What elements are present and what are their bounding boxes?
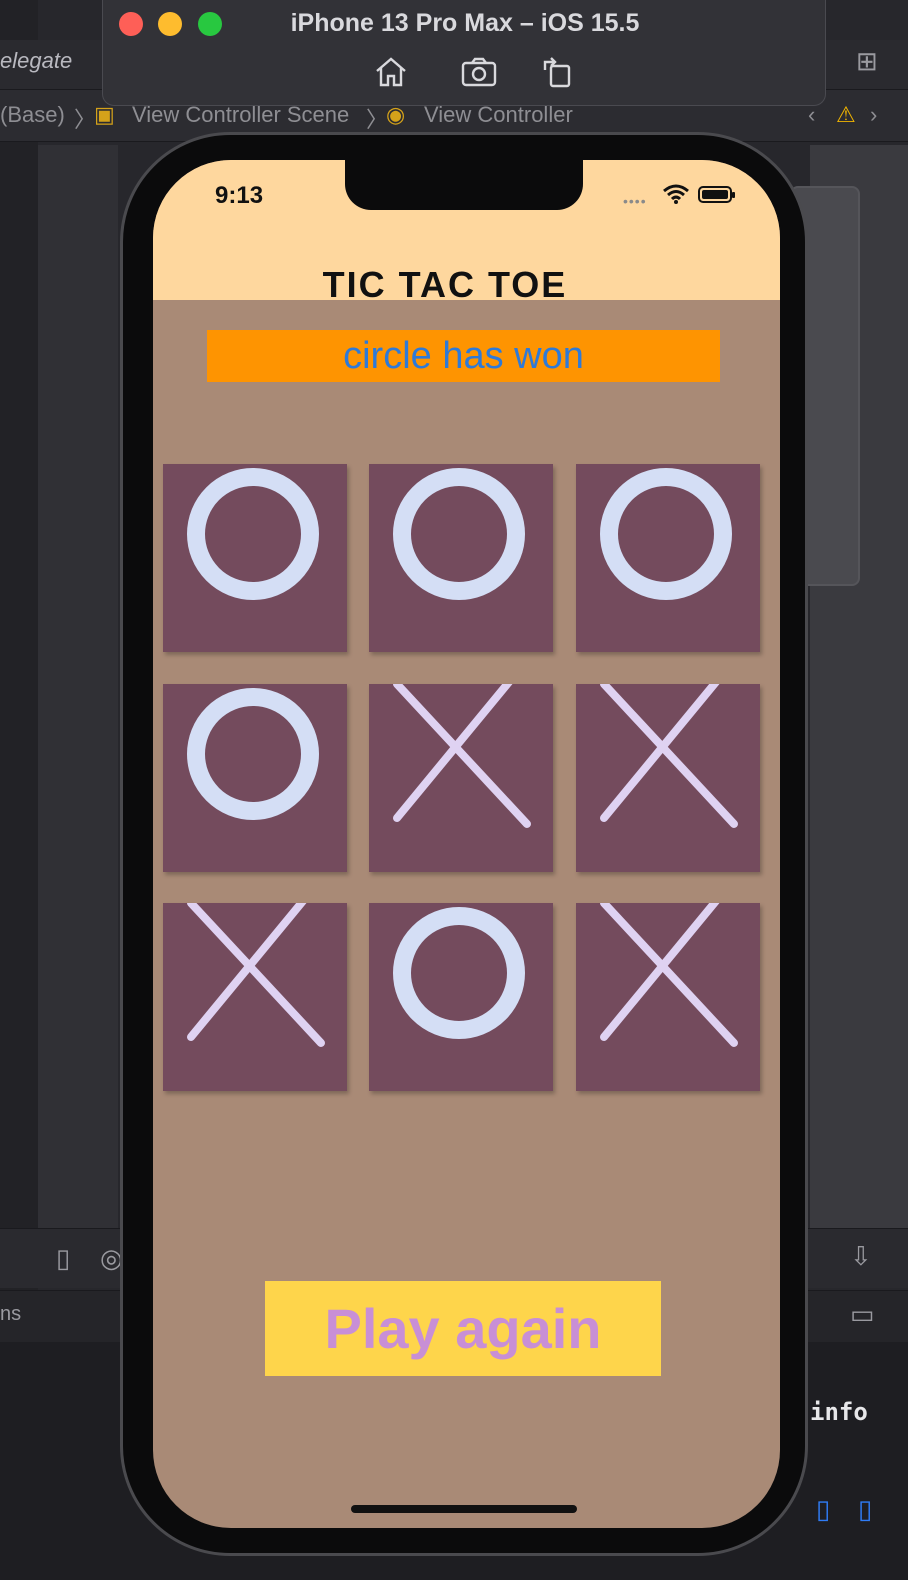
status-message: circle has won [343, 334, 584, 377]
hide-panel-icon[interactable]: ▭ [850, 1299, 875, 1330]
simulator-titlebar: iPhone 13 Pro Max – iOS 15.5 [102, 0, 826, 106]
xcode-outline-panel [38, 145, 118, 1230]
battery-icon [698, 186, 735, 203]
board-cell[interactable] [163, 684, 347, 872]
right-pane-icon[interactable]: ▯ [858, 1494, 872, 1525]
outline-toggle-icon[interactable]: ▯ [56, 1243, 70, 1274]
desktop: elegate ⊞ (Base) 〉 ▣ View Controller Sce… [0, 0, 908, 1580]
rotate-icon[interactable] [537, 52, 577, 92]
circle-mark-icon [393, 907, 525, 1039]
breadcrumb-base[interactable]: (Base) [0, 102, 65, 128]
circle-mark-icon [393, 468, 525, 600]
left-pane-icon[interactable]: ▯ [816, 1494, 830, 1525]
screenshot-icon[interactable] [459, 52, 499, 92]
warning-icon[interactable]: ⚠ [836, 102, 856, 128]
notch [345, 160, 583, 210]
circle-mark-icon [187, 468, 319, 600]
home-icon[interactable] [371, 52, 411, 92]
board-cell[interactable] [369, 464, 553, 652]
cross-mark-icon [600, 684, 738, 828]
embed-icon[interactable]: ⇩ [850, 1241, 872, 1272]
forward-chevron-icon[interactable]: › [870, 102, 877, 128]
xcode-file-tab[interactable]: elegate [0, 48, 72, 74]
status-time: 9:13 [215, 182, 264, 209]
debug-label: ns [0, 1303, 22, 1325]
board-cell[interactable] [576, 464, 760, 652]
cross-mark-icon [600, 903, 738, 1047]
board-cell[interactable] [576, 684, 760, 872]
home-indicator[interactable] [351, 1505, 577, 1513]
status-banner: circle has won [207, 330, 720, 382]
board-cell[interactable] [369, 903, 553, 1091]
board-cell[interactable] [576, 903, 760, 1091]
circle-mark-icon [600, 468, 732, 600]
play-again-button[interactable]: Play again [265, 1281, 661, 1376]
wifi-icon [663, 184, 689, 209]
board-cell[interactable] [163, 464, 347, 652]
cross-mark-icon [187, 903, 325, 1047]
console-output: info [810, 1398, 868, 1426]
cross-mark-icon [393, 684, 531, 828]
iphone-screen: 9:13 •••• TIC TAC TOE circle has won Pla… [153, 160, 780, 1528]
board-cell[interactable] [369, 684, 553, 872]
signal-icon: •••• [623, 193, 647, 209]
circle-mark-icon [187, 688, 319, 820]
simulator-title: iPhone 13 Pro Max – iOS 15.5 [290, 9, 640, 37]
board-cell[interactable] [163, 903, 347, 1091]
page-title: TIC TAC TOE [322, 264, 568, 305]
add-editor-icon[interactable]: ⊞ [856, 46, 878, 77]
